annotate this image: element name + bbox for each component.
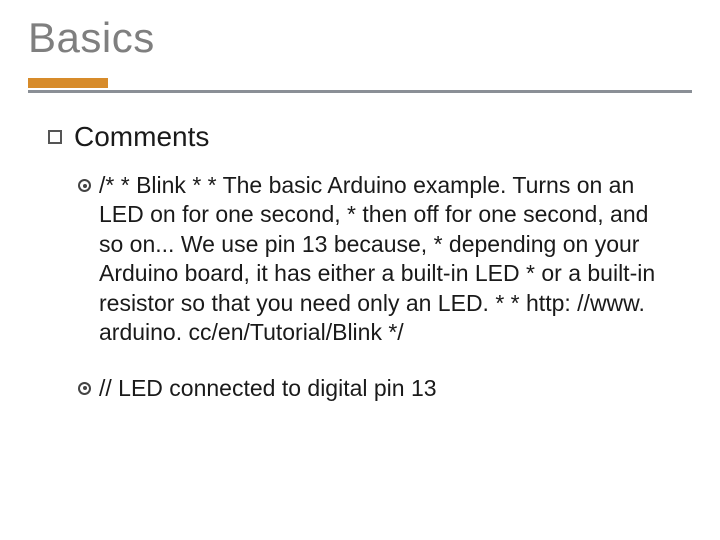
rule-accent (28, 78, 108, 88)
comment-block-text: /* * Blink * * The basic Arduino example… (99, 171, 659, 348)
section-heading: Comments (74, 121, 209, 153)
title-rule (28, 78, 692, 93)
slide: Basics Comments /* * Blink * * The basic… (0, 0, 720, 540)
slide-title: Basics (28, 14, 692, 62)
bullet-level-2: /* * Blink * * The basic Arduino example… (78, 171, 692, 348)
bullet-level-1: Comments (48, 121, 692, 153)
sub-bullets: /* * Blink * * The basic Arduino example… (48, 171, 692, 403)
target-bullet-icon (78, 179, 91, 192)
comment-line-text: // LED connected to digital pin 13 (99, 374, 437, 403)
target-bullet-icon (78, 382, 91, 395)
bullet-level-2: // LED connected to digital pin 13 (78, 374, 692, 403)
rule-divider (28, 90, 692, 93)
content-area: Comments /* * Blink * * The basic Arduin… (28, 121, 692, 403)
square-bullet-icon (48, 130, 62, 144)
